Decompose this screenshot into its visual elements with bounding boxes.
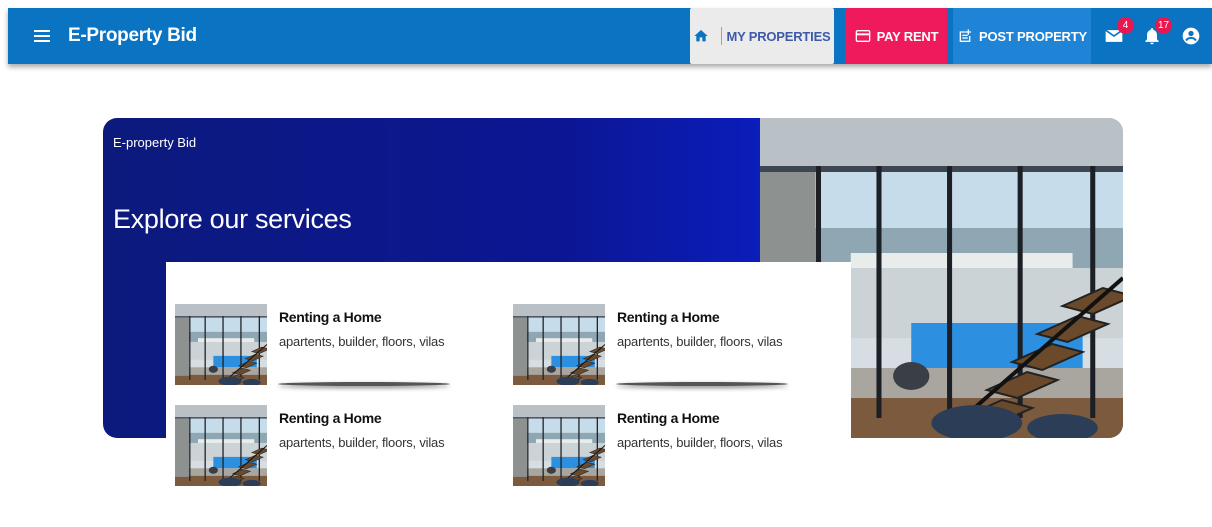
services-panel: Renting a Home apartents, builder, floor…: [166, 262, 851, 527]
card-shadow: [278, 382, 450, 386]
pay-rent-button[interactable]: PAY RENT: [846, 8, 947, 64]
service-card[interactable]: Renting a Home apartents, builder, floor…: [175, 304, 475, 386]
app-bar: E-Property Bid MY PROPERTIES PAY RENT PO…: [8, 8, 1212, 64]
service-thumbnail: [175, 405, 267, 486]
service-thumbnail: [513, 405, 605, 486]
service-description: apartents, builder, floors, vilas: [617, 435, 783, 450]
service-description: apartents, builder, floors, vilas: [279, 435, 445, 450]
service-thumbnail: [513, 304, 605, 385]
hero-kicker: E-property Bid: [113, 135, 197, 150]
notifications-button[interactable]: 17: [1137, 8, 1173, 64]
divider: [721, 27, 723, 45]
hamburger-menu-icon[interactable]: [20, 8, 64, 64]
my-properties-label: MY PROPERTIES: [726, 28, 831, 44]
notifications-count-badge: 17: [1155, 17, 1173, 34]
account-circle-icon: [1182, 27, 1200, 45]
service-card[interactable]: Renting a Home apartents, builder, floor…: [513, 304, 813, 386]
service-description: apartents, builder, floors, vilas: [279, 334, 445, 349]
post-property-label: POST PROPERTY: [979, 28, 1087, 44]
hero-title: Explore our services: [113, 204, 352, 234]
service-card[interactable]: Renting a Home apartents, builder, floor…: [513, 405, 813, 487]
home-icon: [694, 30, 709, 42]
pay-rent-label: PAY RENT: [876, 28, 939, 44]
service-thumbnail: [175, 304, 267, 385]
my-properties-button[interactable]: MY PROPERTIES: [690, 8, 834, 64]
app-title[interactable]: E-Property Bid: [68, 25, 197, 47]
post-add-icon: [959, 29, 972, 42]
service-title: Renting a Home: [279, 410, 382, 426]
service-title: Renting a Home: [617, 309, 720, 325]
account-button[interactable]: [1176, 8, 1206, 64]
mail-count-badge: 4: [1117, 17, 1134, 34]
post-property-button[interactable]: POST PROPERTY: [953, 8, 1091, 64]
mail-button[interactable]: 4: [1099, 8, 1134, 64]
service-title: Renting a Home: [279, 309, 382, 325]
service-description: apartents, builder, floors, vilas: [617, 334, 783, 349]
card-shadow: [616, 382, 788, 386]
credit-card-icon: [855, 30, 870, 42]
service-title: Renting a Home: [617, 410, 720, 426]
service-card[interactable]: Renting a Home apartents, builder, floor…: [175, 405, 475, 487]
